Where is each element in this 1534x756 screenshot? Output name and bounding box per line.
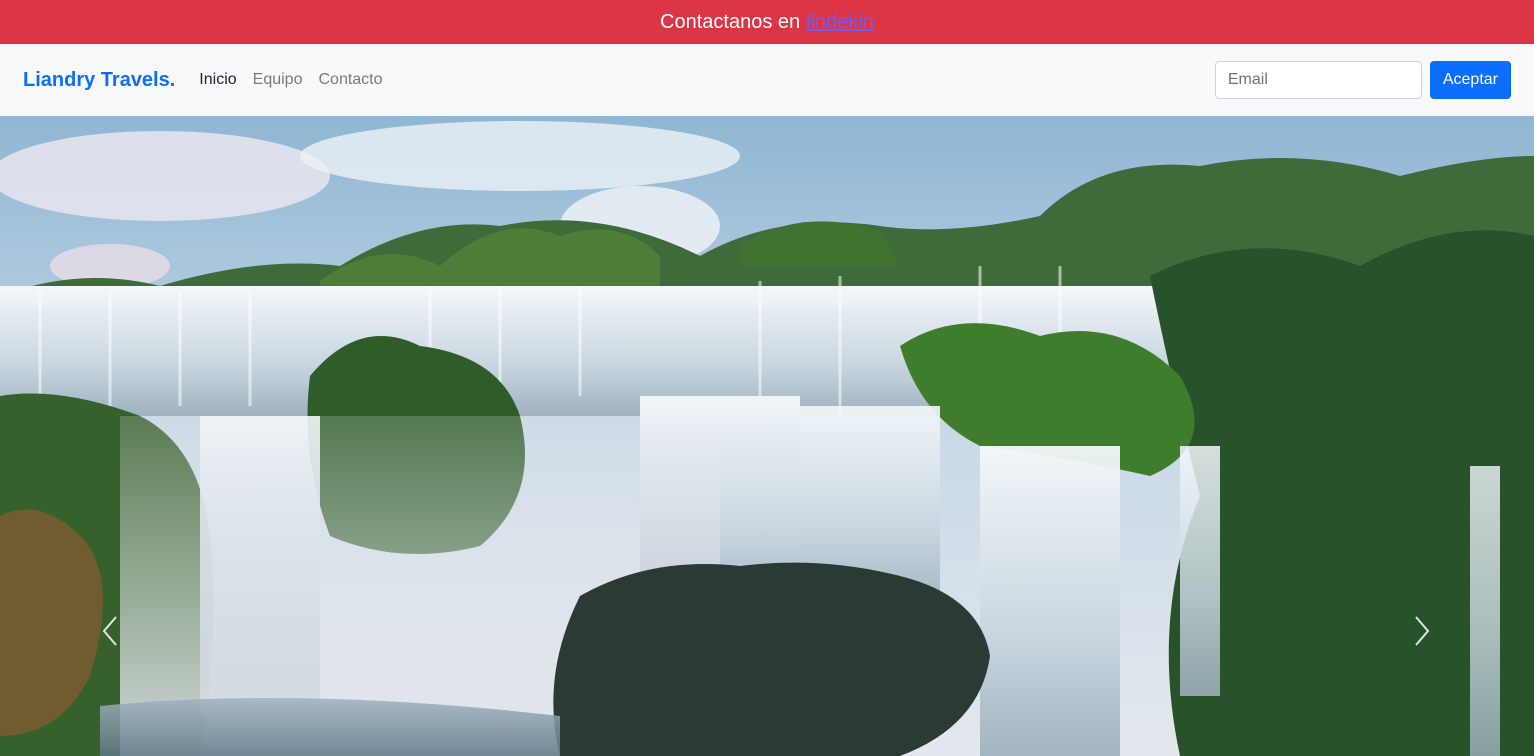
nav-link-equipo[interactable]: Equipo	[253, 71, 303, 89]
email-input[interactable]	[1214, 61, 1422, 99]
carousel-prev-button[interactable]	[90, 611, 130, 651]
hero-carousel	[0, 116, 1534, 756]
nav-link-contacto[interactable]: Contacto	[318, 71, 382, 89]
navbar: Liandry Travels. Inicio Equipo Contacto …	[0, 44, 1534, 116]
nav-link-inicio[interactable]: Inicio	[199, 71, 236, 89]
carousel-next-button[interactable]	[1402, 611, 1442, 651]
waterfall-image	[0, 116, 1534, 756]
accept-button[interactable]: Aceptar	[1429, 61, 1511, 99]
linkedin-link[interactable]: lindekin	[806, 11, 874, 34]
contact-banner: Contactanos en lindekin	[0, 0, 1534, 44]
chevron-right-icon	[1415, 616, 1430, 646]
subscribe-form: Aceptar	[1214, 61, 1511, 99]
contact-banner-text: Contactanos en	[660, 10, 801, 33]
brand-logo[interactable]: Liandry Travels.	[23, 69, 175, 92]
chevron-left-icon	[102, 616, 117, 646]
